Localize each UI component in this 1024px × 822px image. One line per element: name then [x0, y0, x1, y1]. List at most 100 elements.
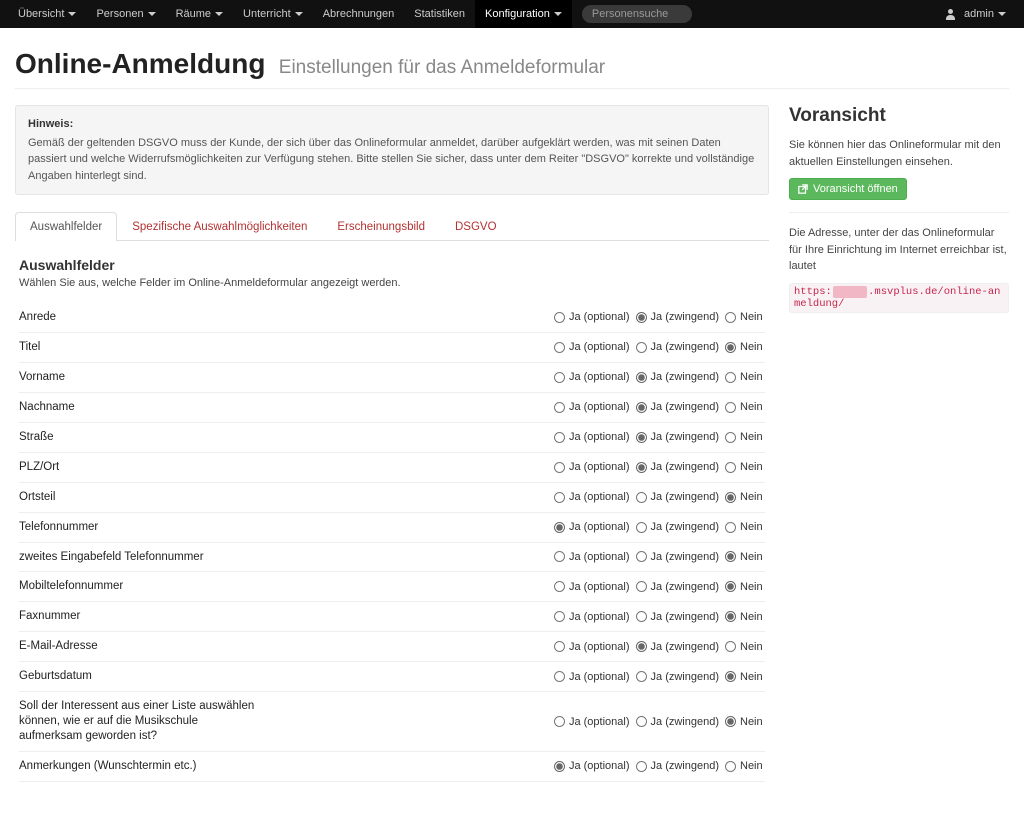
- radio-input[interactable]: [554, 372, 565, 383]
- radio-input[interactable]: [725, 492, 736, 503]
- radio-input[interactable]: [725, 581, 736, 592]
- radio-input[interactable]: [554, 611, 565, 622]
- radio-option-no[interactable]: Nein: [725, 341, 765, 353]
- radio-input[interactable]: [636, 581, 647, 592]
- radio-input[interactable]: [725, 342, 736, 353]
- radio-input[interactable]: [636, 492, 647, 503]
- nav-item-abrechnungen[interactable]: Abrechnungen: [313, 0, 405, 28]
- radio-option-required[interactable]: Ja (zwingend): [636, 371, 719, 383]
- radio-option-optional[interactable]: Ja (optional): [554, 521, 630, 533]
- radio-input[interactable]: [554, 432, 565, 443]
- search-input[interactable]: [582, 5, 692, 23]
- radio-option-optional[interactable]: Ja (optional): [554, 341, 630, 353]
- nav-item-statistiken[interactable]: Statistiken: [404, 0, 475, 28]
- radio-option-no[interactable]: Nein: [725, 401, 765, 413]
- radio-option-optional[interactable]: Ja (optional): [554, 461, 630, 473]
- radio-input[interactable]: [725, 641, 736, 652]
- radio-option-no[interactable]: Nein: [725, 521, 765, 533]
- radio-option-optional[interactable]: Ja (optional): [554, 716, 630, 728]
- radio-option-required[interactable]: Ja (zwingend): [636, 760, 719, 772]
- radio-option-no[interactable]: Nein: [725, 760, 765, 772]
- radio-option-required[interactable]: Ja (zwingend): [636, 461, 719, 473]
- radio-option-no[interactable]: Nein: [725, 491, 765, 503]
- radio-input[interactable]: [554, 402, 565, 413]
- radio-input[interactable]: [554, 551, 565, 562]
- radio-option-optional[interactable]: Ja (optional): [554, 491, 630, 503]
- tab-auswahlfelder[interactable]: Auswahlfelder: [15, 212, 117, 241]
- radio-option-optional[interactable]: Ja (optional): [554, 311, 630, 323]
- radio-option-optional[interactable]: Ja (optional): [554, 371, 630, 383]
- nav-item-personen[interactable]: Personen: [86, 0, 165, 28]
- radio-input[interactable]: [554, 671, 565, 682]
- radio-input[interactable]: [554, 641, 565, 652]
- radio-input[interactable]: [725, 522, 736, 533]
- radio-input[interactable]: [725, 611, 736, 622]
- radio-option-required[interactable]: Ja (zwingend): [636, 611, 719, 623]
- radio-input[interactable]: [636, 671, 647, 682]
- radio-option-optional[interactable]: Ja (optional): [554, 760, 630, 772]
- nav-item-konfiguration[interactable]: Konfiguration: [475, 0, 572, 28]
- radio-option-required[interactable]: Ja (zwingend): [636, 521, 719, 533]
- radio-option-no[interactable]: Nein: [725, 641, 765, 653]
- open-preview-button[interactable]: Voransicht öffnen: [789, 178, 907, 200]
- radio-option-optional[interactable]: Ja (optional): [554, 581, 630, 593]
- tab-dsgvo[interactable]: DSGVO: [440, 212, 512, 241]
- radio-option-no[interactable]: Nein: [725, 611, 765, 623]
- radio-input[interactable]: [554, 342, 565, 353]
- radio-input[interactable]: [725, 462, 736, 473]
- radio-input[interactable]: [636, 312, 647, 323]
- radio-input[interactable]: [725, 402, 736, 413]
- radio-input[interactable]: [554, 761, 565, 772]
- radio-input[interactable]: [725, 551, 736, 562]
- radio-input[interactable]: [636, 641, 647, 652]
- radio-input[interactable]: [554, 716, 565, 727]
- radio-input[interactable]: [636, 342, 647, 353]
- radio-input[interactable]: [725, 312, 736, 323]
- radio-option-required[interactable]: Ja (zwingend): [636, 551, 719, 563]
- radio-option-required[interactable]: Ja (zwingend): [636, 341, 719, 353]
- radio-option-no[interactable]: Nein: [725, 716, 765, 728]
- radio-input[interactable]: [554, 312, 565, 323]
- radio-option-optional[interactable]: Ja (optional): [554, 641, 630, 653]
- radio-option-required[interactable]: Ja (zwingend): [636, 401, 719, 413]
- nav-item-übersicht[interactable]: Übersicht: [8, 0, 86, 28]
- tab-erscheinungsbild[interactable]: Erscheinungsbild: [322, 212, 440, 241]
- radio-option-required[interactable]: Ja (zwingend): [636, 431, 719, 443]
- user-menu[interactable]: admin: [936, 0, 1016, 28]
- radio-option-required[interactable]: Ja (zwingend): [636, 641, 719, 653]
- radio-input[interactable]: [636, 432, 647, 443]
- radio-option-no[interactable]: Nein: [725, 581, 765, 593]
- radio-option-required[interactable]: Ja (zwingend): [636, 671, 719, 683]
- radio-input[interactable]: [636, 611, 647, 622]
- radio-option-required[interactable]: Ja (zwingend): [636, 716, 719, 728]
- radio-option-no[interactable]: Nein: [725, 431, 765, 443]
- radio-input[interactable]: [636, 462, 647, 473]
- radio-option-no[interactable]: Nein: [725, 671, 765, 683]
- radio-input[interactable]: [725, 372, 736, 383]
- radio-input[interactable]: [636, 716, 647, 727]
- radio-input[interactable]: [554, 581, 565, 592]
- radio-option-required[interactable]: Ja (zwingend): [636, 311, 719, 323]
- radio-option-optional[interactable]: Ja (optional): [554, 401, 630, 413]
- radio-option-no[interactable]: Nein: [725, 551, 765, 563]
- radio-input[interactable]: [636, 551, 647, 562]
- radio-option-required[interactable]: Ja (zwingend): [636, 581, 719, 593]
- radio-input[interactable]: [554, 462, 565, 473]
- radio-input[interactable]: [554, 522, 565, 533]
- tab-spezifische-auswahlmöglichkeiten[interactable]: Spezifische Auswahlmöglichkeiten: [117, 212, 322, 241]
- radio-input[interactable]: [636, 402, 647, 413]
- radio-option-optional[interactable]: Ja (optional): [554, 431, 630, 443]
- radio-input[interactable]: [636, 522, 647, 533]
- radio-option-optional[interactable]: Ja (optional): [554, 551, 630, 563]
- radio-option-optional[interactable]: Ja (optional): [554, 671, 630, 683]
- radio-input[interactable]: [554, 492, 565, 503]
- nav-item-räume[interactable]: Räume: [166, 0, 233, 28]
- radio-input[interactable]: [725, 671, 736, 682]
- radio-input[interactable]: [636, 372, 647, 383]
- nav-item-unterricht[interactable]: Unterricht: [233, 0, 313, 28]
- radio-option-required[interactable]: Ja (zwingend): [636, 491, 719, 503]
- radio-input[interactable]: [725, 716, 736, 727]
- radio-input[interactable]: [725, 432, 736, 443]
- radio-option-no[interactable]: Nein: [725, 371, 765, 383]
- radio-input[interactable]: [725, 761, 736, 772]
